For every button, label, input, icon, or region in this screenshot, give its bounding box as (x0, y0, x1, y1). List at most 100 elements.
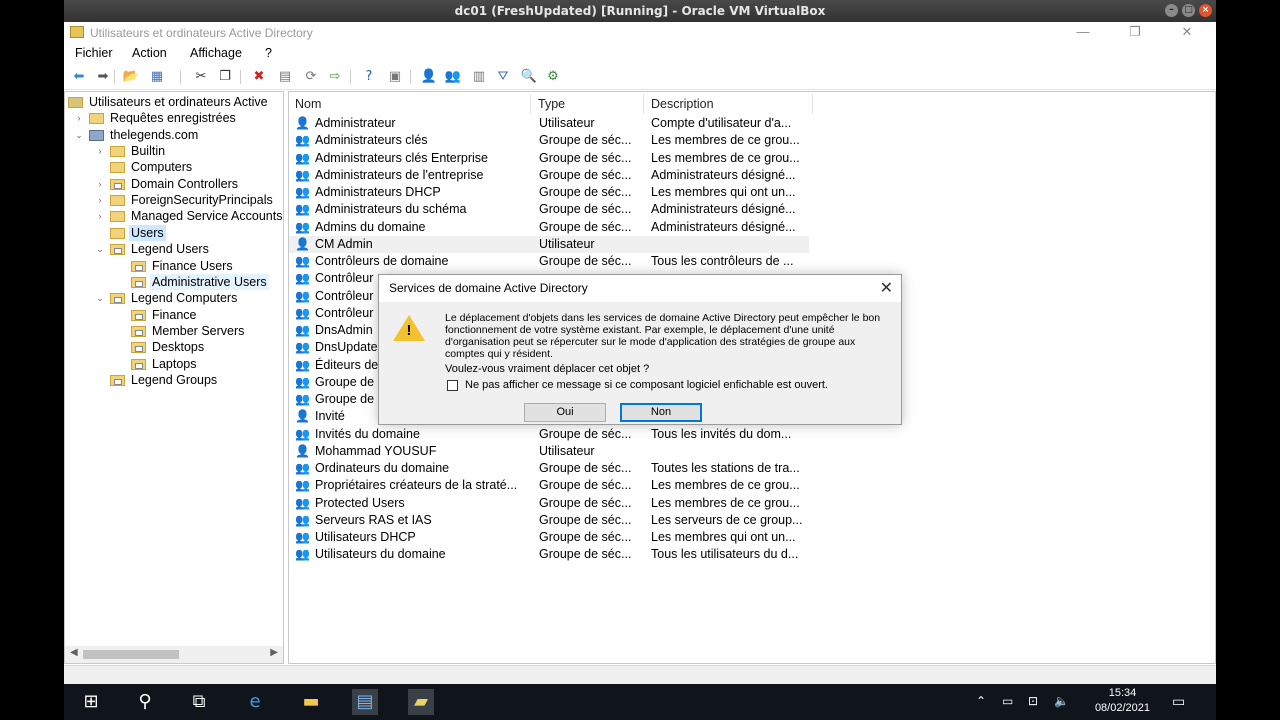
back-arrow-icon[interactable]: ⬅ (70, 68, 88, 85)
aduc-taskbar-icon[interactable]: ▰ (408, 689, 434, 715)
export-list-icon[interactable]: ⇨ (326, 68, 344, 85)
menu-affichage[interactable]: Affichage (190, 46, 242, 60)
tree-node[interactable]: Utilisateurs et ordinateurs Active (65, 94, 283, 110)
find-icon[interactable]: 🔍 (520, 68, 538, 85)
list-item[interactable]: 👥 Administrateurs du schéma Groupe de séc.… (289, 201, 809, 218)
tree-node[interactable]: Computers (65, 159, 283, 175)
tree-node[interactable]: Laptops (65, 356, 283, 372)
list-item[interactable]: 👤 Administrateur Utilisateur Compte d'utili… (289, 115, 809, 132)
list-item[interactable]: 👥 Utilisateurs du domaine Groupe de séc...… (289, 546, 809, 563)
list-item[interactable]: 👥 Invités du domaine Groupe de séc... Tous … (289, 426, 809, 443)
column-header-name[interactable]: Nom (289, 94, 531, 114)
tree-node[interactable]: ⌄ Legend Users (65, 241, 283, 257)
list-item[interactable]: 👥 Protected Users Groupe de séc... Les memb… (289, 495, 809, 512)
menu-help[interactable]: ? (265, 46, 272, 60)
up-folder-icon[interactable]: 📂 (122, 68, 140, 85)
expand-icon[interactable]: › (74, 110, 84, 126)
list-item[interactable]: 👤 Mohammad YOUSUF Utilisateur (289, 443, 809, 460)
taskbar-clock[interactable]: 15:34 08/02/2021 (1095, 686, 1150, 716)
no-button[interactable]: Non (620, 403, 702, 422)
add-to-group-icon[interactable]: ⚙ (544, 68, 562, 85)
list-item[interactable]: 👤 CM Admin Utilisateur (289, 235, 809, 253)
new-ou-icon[interactable]: ▥ (470, 68, 488, 85)
scroll-thumb[interactable] (83, 650, 179, 659)
battery-icon[interactable]: ▭ (1002, 694, 1013, 708)
tree-node[interactable]: Users (65, 224, 283, 241)
tree-node[interactable]: › Domain Controllers (65, 176, 283, 192)
filter-icon[interactable]: ⛛ (494, 68, 512, 85)
copy-icon[interactable]: ❐ (216, 68, 234, 85)
expand-icon[interactable]: › (95, 176, 105, 192)
collapse-icon[interactable]: ⌄ (74, 127, 84, 143)
tree-node[interactable]: › ForeignSecurityPrincipals (65, 192, 283, 208)
expand-icon[interactable]: › (95, 143, 105, 159)
close-icon[interactable]: × (1199, 4, 1212, 17)
refresh-icon[interactable]: ⟳ (302, 68, 320, 85)
dont-show-checkbox-label[interactable]: Ne pas afficher ce message si ce composa… (465, 379, 828, 391)
dont-show-checkbox[interactable] (447, 380, 458, 391)
dialog-close-icon[interactable]: ✕ (880, 278, 893, 298)
list-item[interactable]: 👥 Administrateurs clés Groupe de séc... Les… (289, 132, 809, 149)
list-item[interactable]: 👥 Contrôleurs de domaine Groupe de séc... T… (289, 253, 809, 270)
menu-action[interactable]: Action (132, 46, 167, 60)
column-header-description[interactable]: Description (645, 94, 813, 114)
tree-node[interactable]: Finance (65, 307, 283, 323)
window-maximize-button[interactable]: ❐ (1112, 22, 1158, 44)
ou-folder-icon (131, 325, 146, 337)
tree-node[interactable]: Finance Users (65, 258, 283, 274)
new-user-icon[interactable]: 👤 (420, 68, 438, 85)
task-view-icon[interactable]: ⧉ (186, 689, 212, 715)
show-tree-icon[interactable]: ▦ (148, 68, 166, 85)
list-item[interactable]: 👥 Ordinateurs du domaine Groupe de séc... T… (289, 460, 809, 477)
new-group-icon[interactable]: 👥 (444, 68, 462, 85)
window-close-button[interactable]: ✕ (1164, 22, 1210, 44)
list-item[interactable]: 👥 Administrateurs de l'entreprise Groupe d… (289, 167, 809, 184)
collapse-icon[interactable]: ⌄ (95, 290, 105, 306)
windows-start-icon[interactable]: ⊞ (78, 689, 104, 715)
volume-muted-icon[interactable]: 🔈 (1054, 694, 1069, 708)
properties-icon[interactable]: ▤ (276, 68, 294, 85)
cell-name: Utilisateurs DHCP (315, 530, 416, 544)
tree-node[interactable]: ⌄ Legend Computers (65, 290, 283, 306)
minimize-icon[interactable]: – (1165, 4, 1178, 17)
help-icon[interactable]: ? (360, 68, 378, 85)
console-icon[interactable]: ▣ (386, 68, 404, 85)
collapse-icon[interactable]: ⌄ (95, 241, 105, 257)
chevron-up-icon[interactable]: ⌃ (976, 694, 986, 708)
scroll-right-icon[interactable]: ▶ (270, 647, 278, 658)
expand-icon[interactable]: › (95, 192, 105, 208)
notifications-icon[interactable]: ▭ (1172, 694, 1185, 710)
tree-node[interactable]: ⌄ thelegends.com (65, 127, 283, 143)
tree-node[interactable]: Desktops (65, 339, 283, 355)
file-explorer-icon[interactable]: ▬ (298, 689, 324, 715)
tree-node[interactable]: Administrative Users (65, 273, 283, 290)
tree-node[interactable]: Member Servers (65, 323, 283, 339)
delete-icon[interactable]: ✖ (250, 68, 268, 85)
menu-fichier[interactable]: Fichier (75, 46, 113, 60)
dialog-question: Voulez-vous vraiment déplacer cet objet … (445, 363, 650, 375)
window-minimize-button[interactable]: — (1060, 22, 1106, 44)
search-icon[interactable]: ⚲ (132, 689, 158, 715)
cut-icon[interactable]: ✂ (192, 68, 210, 85)
internet-explorer-icon[interactable]: e (242, 689, 268, 715)
expand-icon[interactable]: › (95, 208, 105, 224)
list-item[interactable]: 👥 Serveurs RAS et IAS Groupe de séc... Les … (289, 512, 809, 529)
scroll-left-icon[interactable]: ◀ (70, 647, 78, 658)
list-item[interactable]: 👥 Administrateurs clés Enterprise Groupe d… (289, 150, 809, 167)
list-item[interactable]: 👥 Administrateurs DHCP Groupe de séc... Les… (289, 184, 809, 201)
forward-arrow-icon[interactable]: ➡ (94, 68, 112, 85)
column-header-type[interactable]: Type (532, 94, 644, 114)
tree-node[interactable]: Legend Groups (65, 372, 283, 388)
tree-node[interactable]: › Requêtes enregistrées (65, 110, 283, 126)
maximize-icon[interactable]: □ (1182, 4, 1195, 17)
network-icon[interactable]: ⊡ (1028, 694, 1038, 708)
list-item[interactable]: 👥 Propriétaires créateurs de la straté...… (289, 477, 809, 494)
yes-button[interactable]: Oui (524, 403, 606, 422)
tree-node[interactable]: › Managed Service Accounts (65, 208, 283, 224)
cell-type: Groupe de séc... (539, 512, 632, 527)
list-item[interactable]: 👥 Utilisateurs DHCP Groupe de séc... Les me… (289, 529, 809, 546)
server-manager-icon[interactable]: ▤ (352, 689, 378, 715)
list-item[interactable]: 👥 Admins du domaine Groupe de séc... Admini… (289, 219, 809, 236)
tree-horizontal-scrollbar[interactable]: ◀ ▶ (65, 646, 283, 663)
tree-node[interactable]: › Builtin (65, 143, 283, 159)
